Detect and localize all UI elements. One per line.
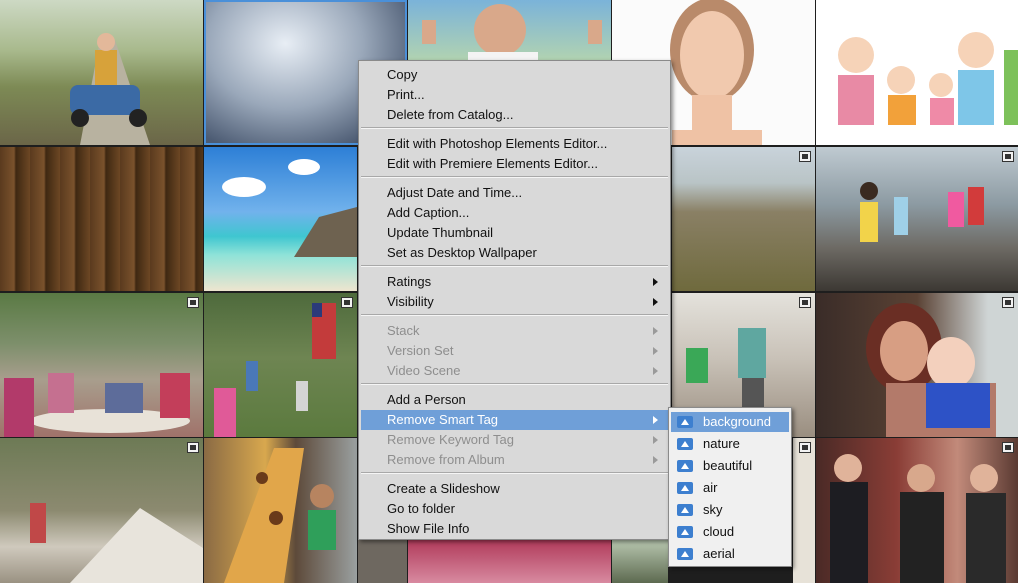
video-badge-icon bbox=[799, 442, 811, 453]
submenu-arrow-icon bbox=[653, 298, 658, 306]
menu-separator bbox=[361, 127, 668, 129]
thumbnail-kids-on-beach[interactable] bbox=[816, 147, 1018, 291]
menu-item-add-a-person[interactable]: Add a Person bbox=[361, 390, 668, 410]
menu-item-print[interactable]: Print... bbox=[361, 85, 668, 105]
menu-separator bbox=[361, 314, 668, 316]
submenu-arrow-icon bbox=[653, 436, 658, 444]
thumbnail-cartoon-family[interactable] bbox=[816, 0, 1018, 145]
photo-content bbox=[838, 32, 1018, 125]
thumbnail-tropical-beach[interactable] bbox=[204, 147, 357, 291]
menu-item-create-slideshow[interactable]: Create a Slideshow bbox=[361, 479, 668, 499]
smart-tag-icon bbox=[677, 504, 693, 516]
menu-item-remove-keyword-tag: Remove Keyword Tag bbox=[361, 430, 668, 450]
thumbnail-partial-row4-c[interactable] bbox=[793, 438, 815, 583]
submenu-arrow-icon bbox=[653, 416, 658, 424]
menu-item-edit-premiere[interactable]: Edit with Premiere Elements Editor... bbox=[361, 154, 668, 174]
thumbnail-partial-row4-b[interactable] bbox=[612, 540, 668, 583]
photo-content bbox=[224, 448, 336, 583]
video-badge-icon bbox=[1002, 442, 1014, 453]
thumbnail-woman-with-baby[interactable] bbox=[816, 293, 1018, 437]
thumbnail-people-toasting[interactable] bbox=[816, 438, 1018, 583]
submenu-item-air[interactable]: air bbox=[671, 478, 789, 498]
menu-separator bbox=[361, 472, 668, 474]
menu-item-version-set: Version Set bbox=[361, 341, 668, 361]
video-badge-icon bbox=[799, 297, 811, 308]
thumbnail-backyard-flag[interactable] bbox=[204, 293, 357, 437]
menu-item-ratings[interactable]: Ratings bbox=[361, 272, 668, 292]
thumbnail-partial-row4-d[interactable] bbox=[358, 540, 407, 583]
video-badge-icon bbox=[341, 297, 353, 308]
smart-tag-icon bbox=[677, 438, 693, 450]
photo-content bbox=[830, 454, 1006, 583]
video-badge-icon bbox=[799, 151, 811, 162]
smart-tag-submenu: background nature beautiful air sky clou… bbox=[668, 407, 792, 567]
menu-item-remove-from-album: Remove from Album bbox=[361, 450, 668, 470]
menu-item-add-caption[interactable]: Add Caption... bbox=[361, 203, 668, 223]
smart-tag-icon bbox=[677, 416, 693, 428]
submenu-arrow-icon bbox=[653, 347, 658, 355]
photo-content bbox=[70, 33, 150, 145]
smart-tag-icon bbox=[677, 548, 693, 560]
submenu-item-aerial[interactable]: aerial bbox=[671, 544, 789, 564]
menu-separator bbox=[361, 383, 668, 385]
menu-item-adjust-date-time[interactable]: Adjust Date and Time... bbox=[361, 183, 668, 203]
thumbnail-girl-in-woods[interactable] bbox=[0, 438, 203, 583]
thumbnail-partial-row4-a[interactable] bbox=[408, 540, 611, 583]
thumbnail-sand-dunes[interactable] bbox=[672, 147, 815, 291]
thumbnail-garden-table[interactable] bbox=[0, 293, 203, 437]
submenu-item-sky[interactable]: sky bbox=[671, 500, 789, 520]
submenu-arrow-icon bbox=[653, 367, 658, 375]
photo-content bbox=[860, 182, 984, 242]
thumbnail-boy-carousel-giraffe[interactable] bbox=[204, 438, 357, 583]
submenu-item-nature[interactable]: nature bbox=[671, 434, 789, 454]
photo-content bbox=[30, 503, 203, 583]
submenu-arrow-icon bbox=[653, 278, 658, 286]
menu-item-set-desktop-wallpaper[interactable]: Set as Desktop Wallpaper bbox=[361, 243, 668, 263]
smart-tag-icon bbox=[677, 526, 693, 538]
menu-item-remove-smart-tag[interactable]: Remove Smart Tag bbox=[361, 410, 668, 430]
submenu-item-beautiful[interactable]: beautiful bbox=[671, 456, 789, 476]
menu-item-go-to-folder[interactable]: Go to folder bbox=[361, 499, 668, 519]
menu-item-edit-photoshop[interactable]: Edit with Photoshop Elements Editor... bbox=[361, 134, 668, 154]
video-badge-icon bbox=[1002, 151, 1014, 162]
photo-content bbox=[214, 303, 336, 437]
smart-tag-icon bbox=[677, 482, 693, 494]
photo-content bbox=[222, 159, 357, 257]
context-menu: Copy Print... Delete from Catalog... Edi… bbox=[358, 60, 671, 540]
thumbnail-wooden-planks[interactable] bbox=[0, 147, 203, 291]
video-badge-icon bbox=[1002, 297, 1014, 308]
submenu-arrow-icon bbox=[653, 456, 658, 464]
video-badge-icon bbox=[187, 297, 199, 308]
smart-tag-icon bbox=[677, 460, 693, 472]
photo-content bbox=[4, 373, 190, 437]
menu-item-delete-from-catalog[interactable]: Delete from Catalog... bbox=[361, 105, 668, 125]
menu-item-visibility[interactable]: Visibility bbox=[361, 292, 668, 312]
menu-item-show-file-info[interactable]: Show File Info bbox=[361, 519, 668, 539]
photo-content bbox=[866, 303, 996, 437]
menu-item-stack: Stack bbox=[361, 321, 668, 341]
menu-item-update-thumbnail[interactable]: Update Thumbnail bbox=[361, 223, 668, 243]
menu-item-copy[interactable]: Copy bbox=[361, 65, 668, 85]
submenu-item-background[interactable]: background bbox=[671, 412, 789, 432]
menu-item-video-scene: Video Scene bbox=[361, 361, 668, 381]
submenu-item-cloud[interactable]: cloud bbox=[671, 522, 789, 542]
menu-separator bbox=[361, 176, 668, 178]
menu-separator bbox=[361, 265, 668, 267]
thumbnail-child-toy-car[interactable] bbox=[0, 0, 203, 145]
submenu-arrow-icon bbox=[653, 327, 658, 335]
video-badge-icon bbox=[187, 442, 199, 453]
